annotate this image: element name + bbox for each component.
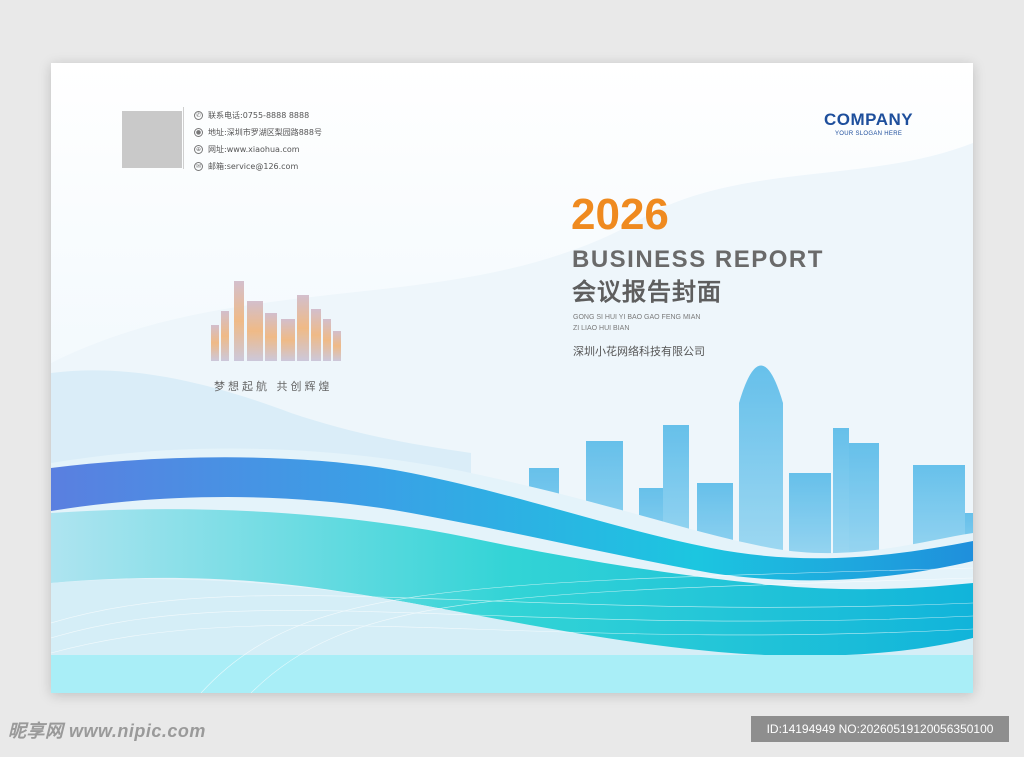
title-english: BUSINESS REPORT [572, 246, 824, 273]
pinyin-line-1: GONG SI HUI YI BAO GAO FENG MIAN [573, 314, 701, 321]
title-chinese: 会议报告封面 [572, 278, 722, 306]
contact-info: ✆ 联系电话:0755-8888 8888 ● 地址:深圳市罗湖区梨园路888号… [194, 107, 322, 175]
divider [183, 107, 184, 169]
watermark-id-badge: ID:14194949 NO:20260519120056350100 [751, 716, 1009, 742]
company-chinese-name: 深圳小花网络科技有限公司 [573, 345, 705, 358]
contact-address: ● 地址:深圳市罗湖区梨园路888号 [194, 124, 322, 141]
logo-placeholder [122, 111, 182, 168]
company-name: COMPANY [824, 110, 914, 129]
mail-icon: ✉ [194, 162, 203, 171]
company-slogan: YOUR SLOGAN HERE [834, 131, 903, 137]
watermark-left: 昵享网 www.nipic.com [8, 721, 206, 741]
contact-website: ⊕ 网址:www.xiaohua.com [194, 141, 322, 158]
contact-email: ✉ 邮箱:service@126.com [194, 158, 322, 175]
phone-icon: ✆ [194, 111, 203, 120]
title-pinyin: GONG SI HUI YI BAO GAO FENG MIAN ZI LIAO… [573, 312, 700, 334]
contact-email-text: 邮箱:service@126.com [208, 162, 299, 171]
background-artwork [51, 63, 973, 693]
contact-phone-text: 联系电话:0755-8888 8888 [208, 111, 310, 120]
globe-icon: ⊕ [194, 145, 203, 154]
slogan-chinese: 梦想起航 共创辉煌 [214, 380, 333, 393]
cover-page: ✆ 联系电话:0755-8888 8888 ● 地址:深圳市罗湖区梨园路888号… [51, 63, 973, 693]
contact-address-text: 地址:深圳市罗湖区梨园路888号 [208, 128, 322, 137]
company-logo: COMPANY YOUR SLOGAN HERE [824, 110, 913, 137]
contact-phone: ✆ 联系电话:0755-8888 8888 [194, 107, 322, 124]
report-year: 2026 [571, 190, 669, 239]
location-icon: ● [194, 128, 203, 137]
pinyin-line-2: ZI LIAO HUI BIAN [573, 325, 630, 332]
contact-website-text: 网址:www.xiaohua.com [208, 145, 300, 154]
